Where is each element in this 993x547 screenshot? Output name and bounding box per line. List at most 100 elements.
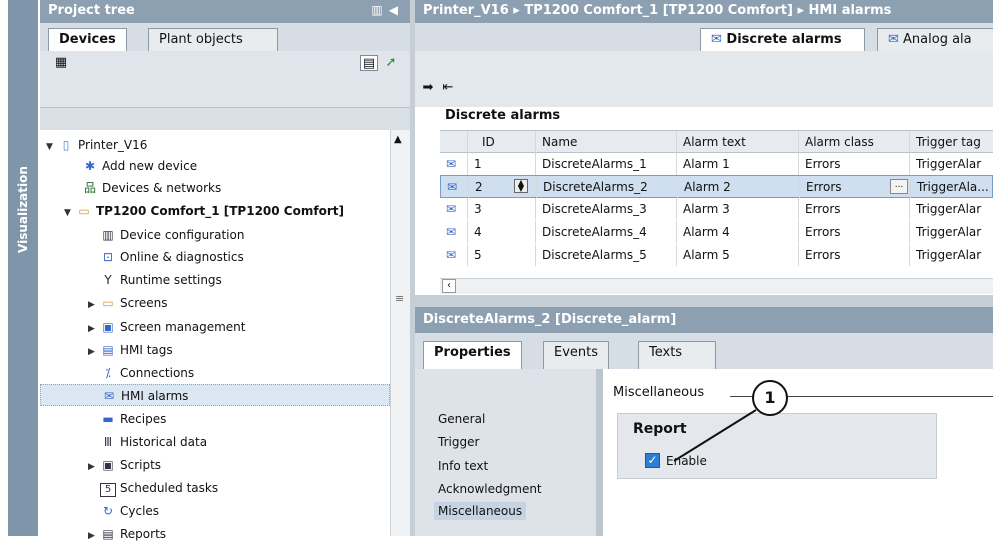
print-icon[interactable]: ▦ [52, 55, 70, 71]
tree-item-screen-mgmt[interactable]: ▶ ▣ Screen management [88, 316, 245, 338]
table-header-cell[interactable]: ID [468, 131, 536, 153]
cell-id[interactable]: 4 [468, 221, 536, 243]
tab-events[interactable]: Events [543, 341, 610, 369]
tree-item-screens[interactable]: ▶ ▭ Screens [88, 292, 168, 314]
nav-miscellaneous[interactable]: Miscellaneous [434, 502, 527, 520]
wrench-icon: Y [104, 273, 112, 287]
breadcrumb: Printer_V16 ▸ TP1200 Comfort_1 [TP1200 C… [415, 0, 993, 23]
table-header-cell[interactable]: Trigger tag [910, 131, 993, 153]
cell-name[interactable]: DiscreteAlarms_3 [536, 198, 677, 220]
cell-trigger-tag[interactable]: TriggerAlar [910, 221, 993, 243]
cell-alarm-text[interactable]: Alarm 3 [677, 198, 799, 220]
tree-item-scheduled[interactable]: 5 Scheduled tasks [100, 477, 218, 499]
tree-item-printer-v16[interactable]: ▼ ▯ Printer_V16 [46, 134, 147, 156]
cell-name[interactable]: DiscreteAlarms_4 [536, 221, 677, 243]
tab-plant-objects[interactable]: Plant objects [148, 28, 278, 51]
tree-item-hmi-alarms[interactable]: ✉ HMI alarms [40, 384, 390, 406]
view-icon[interactable]: ▤ [360, 55, 378, 71]
scroll-up-icon[interactable]: ▲ [394, 134, 402, 145]
tree-item-scripts[interactable]: ▶ ▣ Scripts [88, 454, 161, 476]
cell-alarm-text[interactable]: Alarm 5 [677, 244, 799, 266]
tree-item-devices-networks[interactable]: 品 Devices & networks [82, 177, 221, 199]
tree-item-connections[interactable]: ⁒ Connections [100, 362, 194, 384]
tree-item-device-config[interactable]: ▥ Device configuration [100, 224, 244, 246]
table-header-cell[interactable]: Name [536, 131, 677, 153]
inspector-splitter[interactable] [415, 295, 993, 307]
add-row-icon[interactable]: ⇤ [439, 80, 457, 96]
project-tree-title: Project tree [48, 3, 135, 18]
spin-stepper-icon[interactable]: ▲ ▼ [514, 179, 528, 193]
insert-row-icon[interactable]: ➡ [419, 80, 437, 96]
visualization-sidebar[interactable]: Visualization [8, 0, 38, 536]
alarm-icon: ✉ [103, 389, 115, 403]
nav-acknowledgment[interactable]: Acknowledgment [438, 482, 542, 496]
nav-general[interactable]: General [438, 412, 485, 426]
cell-alarm-class[interactable]: Errors [799, 198, 910, 220]
alarm-row-icon: ✉ [440, 198, 468, 220]
table-header-cell[interactable]: Alarm text [677, 131, 799, 153]
tab-texts[interactable]: Texts [638, 341, 716, 369]
table-horizontal-scrollbar[interactable]: ‹ [440, 278, 993, 294]
nav-trigger[interactable]: Trigger [438, 435, 479, 449]
cell-alarm-class[interactable]: Errors [799, 244, 910, 266]
tree-item-add-device[interactable]: ✱ Add new device [82, 155, 197, 177]
table-row[interactable]: ✉ 1 DiscreteAlarms_1 Alarm 1 Errors Trig… [440, 153, 993, 175]
enable-label: Enable [666, 454, 707, 468]
tree-item-recipes[interactable]: ▬ Recipes [100, 408, 166, 430]
tree-item-hmi-tags[interactable]: ▶ ▤ HMI tags [88, 339, 173, 361]
collapse-icon[interactable]: ◀ [389, 3, 404, 17]
nav-info-text[interactable]: Info text [438, 459, 488, 473]
cell-trigger-tag[interactable]: TriggerAlar [910, 244, 993, 266]
cell-name[interactable]: DiscreteAlarms_2 [537, 176, 678, 198]
cell-id[interactable]: 1 [468, 153, 536, 175]
export-icon[interactable]: ➚ [382, 55, 400, 71]
enable-checkbox[interactable]: ✓ [645, 453, 660, 468]
expanded-arrow-icon[interactable]: ▼ [46, 136, 58, 158]
cell-alarm-text[interactable]: Alarm 4 [677, 221, 799, 243]
tree-item-online-diag[interactable]: ⊡ Online & diagnostics [100, 246, 244, 268]
scroll-grip-icon[interactable]: ≡ [395, 292, 404, 305]
tree-item-reports[interactable]: ▶ ▤ Reports [88, 523, 166, 545]
collapsed-arrow-icon[interactable]: ▶ [88, 341, 100, 363]
scroll-left-icon[interactable]: ‹ [442, 279, 456, 293]
cell-name[interactable]: DiscreteAlarms_1 [536, 153, 677, 175]
collapsed-arrow-icon[interactable]: ▶ [88, 456, 100, 478]
cell-alarm-text[interactable]: Alarm 2 [678, 176, 800, 198]
cell-alarm-class[interactable]: Errors [799, 153, 910, 175]
tree-scrollbar[interactable]: ▲ ≡ [390, 130, 410, 536]
cell-trigger-tag[interactable]: TriggerAla... [911, 176, 993, 198]
tasks-icon: 5 [100, 483, 116, 497]
panel-tools[interactable]: ▥◀ [371, 3, 404, 17]
tree-item-tp1200[interactable]: ▼ ▭ TP1200 Comfort_1 [TP1200 Comfort] [64, 200, 344, 222]
cell-alarm-class[interactable]: Errors [799, 221, 910, 243]
table-row[interactable]: ✉ 3 DiscreteAlarms_3 Alarm 3 Errors Trig… [440, 198, 993, 220]
section-title: Discrete alarms [445, 108, 561, 123]
tab-devices[interactable]: Devices [48, 28, 127, 52]
collapsed-arrow-icon[interactable]: ▶ [88, 525, 100, 547]
visualization-label: Visualization [16, 166, 30, 254]
table-row[interactable]: ✉ 5 DiscreteAlarms_5 Alarm 5 Errors Trig… [440, 244, 993, 266]
table-row-selected[interactable]: ✉ 2 ▲ ▼ DiscreteAlarms_2 Alarm 2 Errors .… [440, 175, 993, 198]
tree-item-historical[interactable]: Ⅲ Historical data [100, 431, 207, 453]
cell-alarm-text[interactable]: Alarm 1 [677, 153, 799, 175]
tab-analog-alarms[interactable]: ✉ Analog ala [877, 28, 993, 51]
cell-id[interactable]: 5 [468, 244, 536, 266]
cell-name[interactable]: DiscreteAlarms_5 [536, 244, 677, 266]
tree-item-runtime-settings[interactable]: Y Runtime settings [100, 269, 221, 291]
tab-discrete-alarms[interactable]: ✉ Discrete alarms [700, 28, 865, 52]
project-icon: ▯ [62, 138, 70, 152]
browse-button[interactable]: ... [890, 179, 908, 194]
inspector-content-divider [597, 369, 603, 536]
cell-trigger-tag[interactable]: TriggerAlar [910, 153, 993, 175]
collapsed-arrow-icon[interactable]: ▶ [88, 294, 100, 316]
cell-trigger-tag[interactable]: TriggerAlar [910, 198, 993, 220]
collapsed-arrow-icon[interactable]: ▶ [88, 318, 100, 340]
cell-id[interactable]: 3 [468, 198, 536, 220]
tab-properties[interactable]: Properties [423, 341, 522, 369]
alarm-row-icon: ✉ [441, 176, 469, 198]
expanded-arrow-icon[interactable]: ▼ [64, 202, 76, 224]
layout-icon[interactable]: ▥ [371, 3, 388, 17]
table-row[interactable]: ✉ 4 DiscreteAlarms_4 Alarm 4 Errors Trig… [440, 221, 993, 243]
table-header-cell[interactable]: Alarm class [799, 131, 910, 153]
tree-item-cycles[interactable]: ↻ Cycles [100, 500, 159, 522]
